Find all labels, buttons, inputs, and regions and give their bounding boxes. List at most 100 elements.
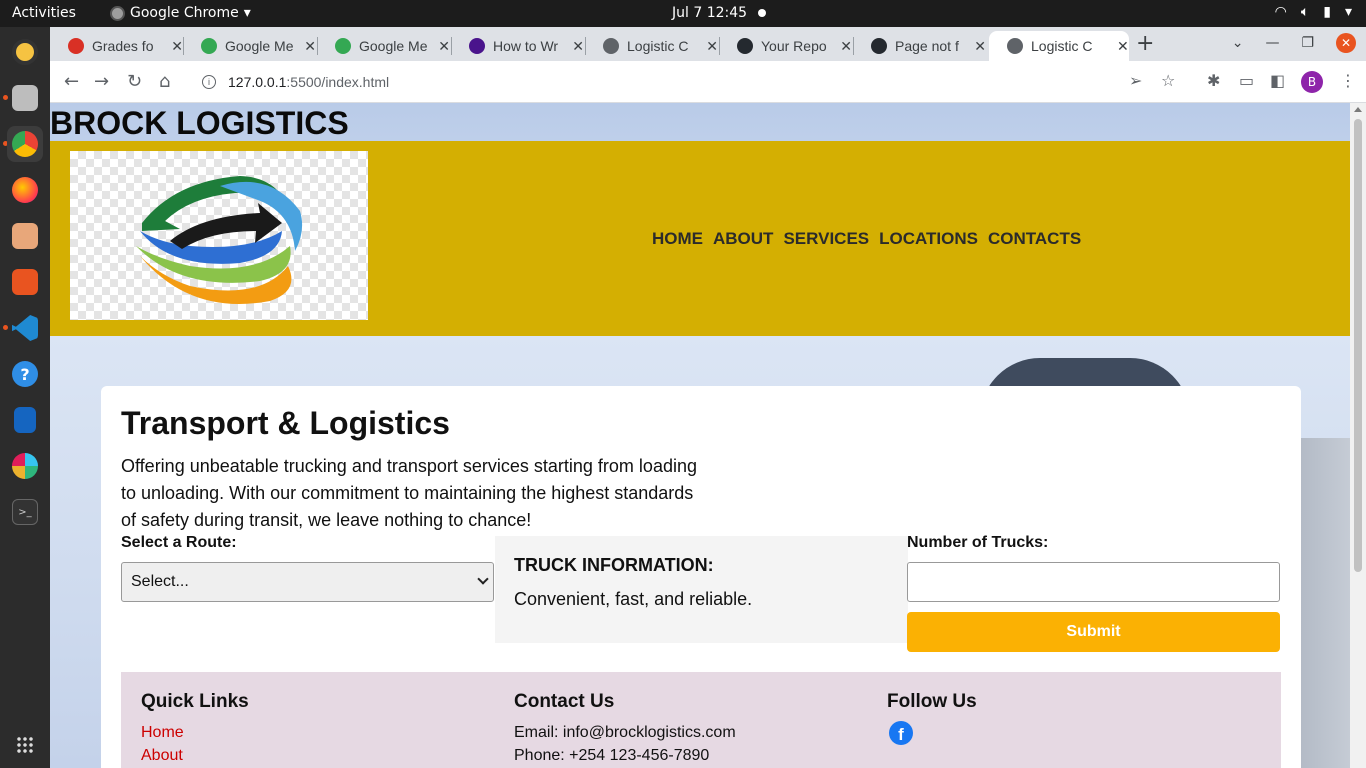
footer-link-home[interactable]: Home <box>141 721 249 744</box>
bookmark-star-icon[interactable]: ☆ <box>1161 71 1175 90</box>
dock-chrome[interactable] <box>7 126 43 162</box>
tab-close-icon[interactable]: ✕ <box>304 38 316 55</box>
browser-tab[interactable]: Logistic C ✕ <box>585 31 718 61</box>
tab-title: Google Me <box>225 38 294 54</box>
dock-help[interactable]: ? <box>7 356 43 392</box>
tab-close-icon[interactable]: ✕ <box>706 38 718 55</box>
chevron-down-icon: ▾ <box>1344 4 1352 20</box>
firefox-icon <box>12 177 38 203</box>
activities-button[interactable]: Activities <box>12 5 76 21</box>
system-top-bar: Activities Google Chrome ▾ Jul 7 12:45 ◠… <box>0 0 1366 27</box>
extensions-icon[interactable]: ✱ <box>1207 71 1220 90</box>
tab-close-icon[interactable]: ✕ <box>974 38 986 55</box>
truck-info-title: TRUCK INFORMATION: <box>514 555 714 575</box>
tab-search-icon[interactable]: ⌄ <box>1232 35 1244 51</box>
tab-separator <box>183 37 184 55</box>
tab-close-icon[interactable]: ✕ <box>1117 38 1129 55</box>
back-button[interactable]: ← <box>64 71 79 92</box>
dock-slack[interactable] <box>7 448 43 484</box>
show-apps-button[interactable] <box>7 727 43 763</box>
browser-tab[interactable]: Logistic C ✕ <box>989 31 1129 61</box>
wifi-icon: ◠ <box>1274 4 1287 20</box>
site-info-icon[interactable]: i <box>202 75 216 89</box>
tab-favicon-icon <box>737 38 753 54</box>
tab-title: Logistic C <box>627 38 689 54</box>
dock-archive[interactable] <box>7 218 43 254</box>
dock-vscode[interactable] <box>7 310 43 346</box>
facebook-icon[interactable]: f <box>889 721 913 745</box>
tab-close-icon[interactable]: ✕ <box>171 38 183 55</box>
dock-terminal[interactable]: >_ <box>7 494 43 530</box>
tab-title: Google Me <box>359 38 428 54</box>
nav-home[interactable]: HOME <box>652 229 703 249</box>
dock-rhythmbox[interactable] <box>7 34 43 70</box>
close-window-button[interactable]: ✕ <box>1336 33 1356 53</box>
site-title: BROCK LOGISTICS <box>50 105 349 141</box>
dock-software[interactable] <box>7 264 43 300</box>
app-menu-label: Google Chrome <box>130 5 239 21</box>
hero-description: Offering unbeatable trucking and transpo… <box>121 456 697 530</box>
dock-firefox[interactable] <box>7 172 43 208</box>
site-header: HOME ABOUT SERVICES LOCATIONS CONTACTS <box>50 141 1350 336</box>
minimize-button[interactable]: — <box>1265 35 1279 51</box>
profile-avatar[interactable]: B <box>1301 71 1323 93</box>
tab-favicon-icon <box>1007 38 1023 54</box>
browser-toolbar: ← → ↻ ⌂ i 127.0.0.1:5500/index.html ➢ ☆ … <box>50 61 1366 103</box>
document-icon <box>14 407 36 433</box>
submit-button[interactable]: Submit <box>907 612 1280 652</box>
page-viewport: BROCK LOGISTICS HOME ABOUT SERVICES LOCA… <box>50 103 1350 768</box>
browser-tab[interactable]: How to Wr ✕ <box>451 31 584 61</box>
footer-link-about[interactable]: About <box>141 744 249 767</box>
app-menu[interactable]: Google Chrome ▾ <box>110 5 251 21</box>
route-selected-value: Select... <box>131 573 189 590</box>
music-icon <box>12 39 38 65</box>
browser-tab[interactable]: Google Me ✕ <box>183 31 316 61</box>
truck-info-box: TRUCK INFORMATION: Convenient, fast, and… <box>495 536 908 643</box>
home-button[interactable]: ⌂ <box>159 71 170 92</box>
tab-close-icon[interactable]: ✕ <box>572 38 584 55</box>
page-scrollbar[interactable] <box>1350 103 1366 768</box>
browser-tab[interactable]: Page not f ✕ <box>853 31 986 61</box>
nav-services[interactable]: SERVICES <box>783 229 869 249</box>
battery-icon: ▮ <box>1323 4 1331 20</box>
browser-tab[interactable]: Your Repo ✕ <box>719 31 852 61</box>
clock[interactable]: Jul 7 12:45 <box>672 5 747 21</box>
tab-close-icon[interactable]: ✕ <box>438 38 450 55</box>
browser-tab[interactable]: Google Me ✕ <box>317 31 450 61</box>
truck-info-text: Convenient, fast, and reliable. <box>514 589 753 609</box>
tab-strip: Grades fo ✕ Google Me ✕ Google Me ✕ How to Wr ✕… <box>50 27 1366 61</box>
hero-heading: Transport & Logistics <box>121 405 450 441</box>
menu-kebab-icon[interactable]: ⋮ <box>1340 71 1356 90</box>
send-tab-icon[interactable]: ➢ <box>1129 71 1142 90</box>
tab-close-icon[interactable]: ✕ <box>840 38 852 55</box>
tab-separator <box>451 37 452 55</box>
address-bar[interactable]: i 127.0.0.1:5500/index.html <box>190 66 1190 98</box>
main-nav: HOME ABOUT SERVICES LOCATIONS CONTACTS <box>652 229 1081 249</box>
new-tab-button[interactable]: + <box>1136 31 1154 56</box>
forward-button[interactable]: → <box>94 71 109 92</box>
browser-tab[interactable]: Grades fo ✕ <box>50 31 183 61</box>
archive-icon <box>12 223 38 249</box>
reload-button[interactable]: ↻ <box>127 71 142 92</box>
scroll-up-arrow[interactable] <box>1354 107 1362 112</box>
trucks-input[interactable] <box>907 562 1280 602</box>
window-controls: ⌄ — ❐ ✕ <box>1232 33 1356 53</box>
side-panel-icon[interactable]: ◧ <box>1270 71 1285 90</box>
nav-about[interactable]: ABOUT <box>713 229 773 249</box>
cast-icon[interactable]: ▭ <box>1239 71 1254 90</box>
tab-separator <box>853 37 854 55</box>
maximize-button[interactable]: ❐ <box>1301 35 1314 51</box>
tab-title: How to Wr <box>493 38 559 54</box>
nav-locations[interactable]: LOCATIONS <box>879 229 978 249</box>
terminal-icon: >_ <box>12 499 38 525</box>
tab-favicon-icon <box>871 38 887 54</box>
dock-writer[interactable] <box>7 402 43 438</box>
dock-files[interactable] <box>7 80 43 116</box>
tab-favicon-icon <box>603 38 619 54</box>
nav-contacts[interactable]: CONTACTS <box>988 229 1081 249</box>
scrollbar-thumb[interactable] <box>1354 119 1362 572</box>
route-select[interactable]: Select... <box>121 562 494 602</box>
system-tray[interactable]: ◠ 🔈︎ ▮ ▾ <box>1275 4 1352 20</box>
tab-title: Grades fo <box>92 38 154 54</box>
tab-favicon-icon <box>201 38 217 54</box>
